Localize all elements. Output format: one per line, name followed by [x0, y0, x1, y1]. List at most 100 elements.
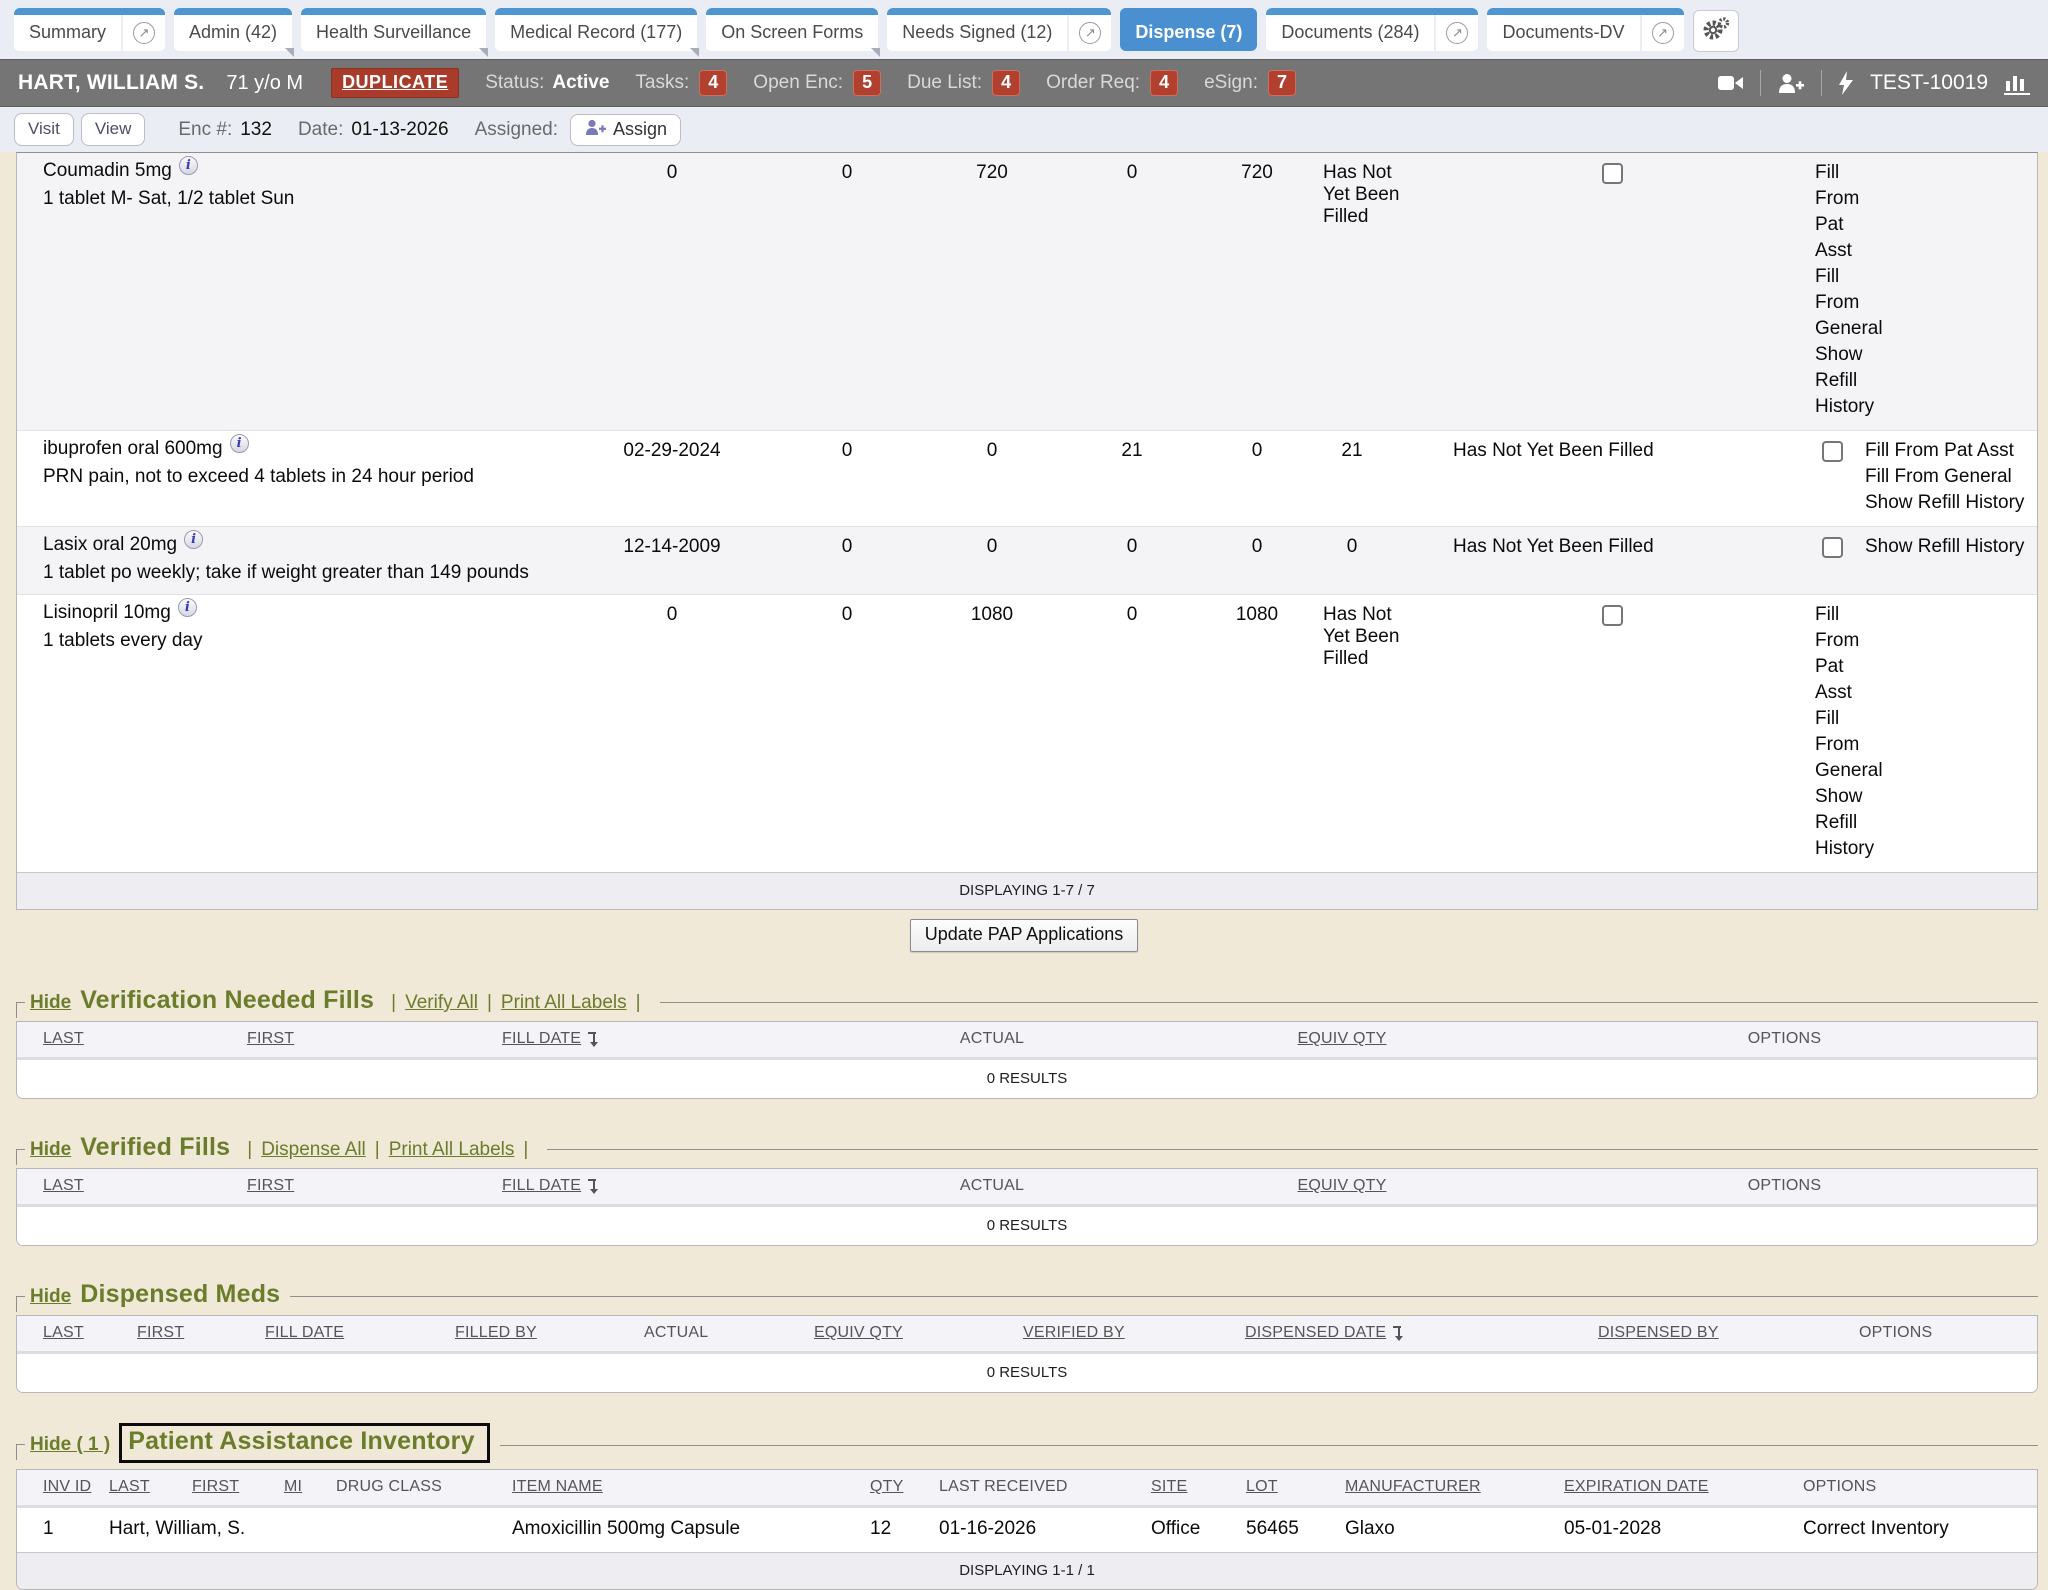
print-all-labels-link[interactable]: Print All Labels [389, 1139, 515, 1161]
fill-from-general-link[interactable]: Fill From General [1865, 464, 2037, 490]
duplicate-badge[interactable]: DUPLICATE [331, 68, 459, 98]
column-header-first[interactable]: FIRST [192, 1478, 284, 1496]
tab-health-surveillance[interactable]: Health Surveillance [301, 8, 486, 51]
tab-admin[interactable]: Admin (42) [174, 8, 292, 51]
tab-summary-label[interactable]: Summary [14, 15, 121, 51]
visit-button[interactable]: Visit [14, 113, 74, 146]
order-req-count-badge[interactable]: 4 [1150, 70, 1178, 96]
column-header-first[interactable]: FIRST [137, 1324, 265, 1342]
hide-verification-link[interactable]: Hide [30, 992, 71, 1014]
popout-icon[interactable] [1079, 22, 1101, 44]
order-req-label: Order Req: [1046, 72, 1140, 94]
esign-label: eSign: [1204, 72, 1258, 94]
fill-from-general-link[interactable]: Fill From General [1815, 706, 1857, 784]
show-refill-history-link[interactable]: Show Refill History [1865, 534, 2037, 560]
med-qty: 1080 [947, 602, 1037, 626]
hide-dispensed-link[interactable]: Hide [30, 1286, 71, 1308]
fill-from-pat-asst-link[interactable]: Fill From Pat Asst [1815, 602, 1857, 706]
column-header-first[interactable]: FIRST [247, 1030, 502, 1048]
show-refill-history-link[interactable]: Show Refill History [1865, 490, 2037, 516]
column-header-lot[interactable]: LOT [1246, 1478, 1345, 1496]
column-header-expiration-date[interactable]: EXPIRATION DATE [1564, 1478, 1803, 1496]
tab-documents-label[interactable]: Documents (284) [1266, 15, 1434, 51]
column-header-dispensed-by[interactable]: DISPENSED BY [1598, 1324, 1859, 1342]
show-refill-history-link[interactable]: Show Refill History [1815, 784, 1857, 862]
column-header-qty[interactable]: QTY [870, 1478, 939, 1496]
column-header-equiv-qty[interactable]: EQUIV QTY [1152, 1030, 1532, 1048]
info-icon[interactable] [230, 434, 249, 453]
med-qty: 1080 [1227, 602, 1287, 626]
pap-med-table: Coumadin 5mg 1 tablet M- Sat, 1/2 tablet… [16, 152, 2038, 910]
column-header-inv-id[interactable]: INV ID [17, 1478, 109, 1496]
column-header-filled-by[interactable]: FILLED BY [455, 1324, 644, 1342]
column-header-last[interactable]: LAST [17, 1030, 247, 1048]
tab-documents-dv[interactable]: Documents-DV [1487, 8, 1683, 51]
info-icon[interactable] [179, 156, 198, 175]
print-all-labels-link[interactable]: Print All Labels [501, 992, 627, 1014]
fill-status: Has Not Yet Been Filled [1287, 602, 1417, 670]
column-header-equiv-qty[interactable]: EQUIV QTY [1152, 1177, 1532, 1195]
tab-admin-label[interactable]: Admin (42) [174, 15, 292, 51]
med-sig: 1 tablet M- Sat, 1/2 tablet Sun [43, 188, 597, 210]
info-icon[interactable] [184, 530, 203, 549]
verify-all-link[interactable]: Verify All [405, 992, 478, 1014]
tab-on-screen-forms[interactable]: On Screen Forms [706, 8, 878, 51]
assign-button-label: Assign [613, 119, 667, 140]
esign-count-badge[interactable]: 7 [1268, 70, 1296, 96]
hide-pai-link[interactable]: Hide ( 1 ) [30, 1434, 110, 1456]
dispensed-meds-section: Hide Dispensed Meds LAST FIRST FILL DATE… [16, 1280, 2038, 1393]
tab-health-surveillance-label[interactable]: Health Surveillance [301, 15, 486, 51]
med-checkbox[interactable] [1822, 537, 1843, 558]
med-checkbox[interactable] [1602, 163, 1623, 184]
tasks-count-badge[interactable]: 4 [699, 70, 727, 96]
chart-icon[interactable] [2004, 71, 2030, 95]
fill-from-general-link[interactable]: Fill From General [1815, 264, 1857, 342]
lightning-icon[interactable] [1838, 71, 1854, 95]
tab-needs-signed[interactable]: Needs Signed (12) [887, 8, 1111, 51]
column-header-item-name[interactable]: ITEM NAME [512, 1478, 870, 1496]
med-checkbox[interactable] [1822, 441, 1843, 462]
column-header-fill-date[interactable]: FILL DATE [265, 1324, 455, 1342]
popout-icon[interactable] [1652, 22, 1674, 44]
due-list-count-badge[interactable]: 4 [992, 70, 1020, 96]
column-header-mi[interactable]: MI [284, 1478, 336, 1496]
tab-settings-button[interactable] [1693, 10, 1739, 52]
open-enc-count-badge[interactable]: 5 [853, 70, 881, 96]
column-header-verified-by[interactable]: VERIFIED BY [1023, 1324, 1245, 1342]
info-icon[interactable] [178, 598, 197, 617]
tab-medical-record-label[interactable]: Medical Record (177) [495, 15, 697, 51]
column-header-site[interactable]: SITE [1151, 1478, 1246, 1496]
med-checkbox[interactable] [1602, 605, 1623, 626]
tab-needs-signed-label[interactable]: Needs Signed (12) [887, 15, 1067, 51]
column-header-first[interactable]: FIRST [247, 1177, 502, 1195]
fill-from-pat-asst-link[interactable]: Fill From Pat Asst [1815, 160, 1857, 264]
video-call-icon[interactable] [1718, 74, 1744, 92]
column-header-fill-date[interactable]: FILL DATE [502, 1030, 832, 1048]
fill-from-pat-asst-link[interactable]: Fill From Pat Asst [1865, 438, 2037, 464]
column-header-last[interactable]: LAST [17, 1324, 137, 1342]
tab-documents[interactable]: Documents (284) [1266, 8, 1478, 51]
view-button[interactable]: View [81, 113, 146, 146]
tab-summary[interactable]: Summary [14, 8, 165, 51]
tab-documents-dv-label[interactable]: Documents-DV [1487, 15, 1639, 51]
column-header-equiv-qty[interactable]: EQUIV QTY [814, 1324, 1023, 1342]
add-user-icon[interactable] [1777, 73, 1805, 93]
dispense-all-link[interactable]: Dispense All [261, 1139, 366, 1161]
tab-dispense-label[interactable]: Dispense (7) [1120, 15, 1257, 51]
popout-icon[interactable] [133, 22, 155, 44]
show-refill-history-link[interactable]: Show Refill History [1815, 342, 1857, 420]
column-header-fill-date[interactable]: FILL DATE [502, 1177, 832, 1195]
tab-dispense[interactable]: Dispense (7) [1120, 8, 1257, 51]
tab-medical-record[interactable]: Medical Record (177) [495, 8, 697, 51]
hide-verified-link[interactable]: Hide [30, 1139, 71, 1161]
column-header-last[interactable]: LAST [17, 1177, 247, 1195]
assign-button[interactable]: Assign [570, 114, 681, 146]
correct-inventory-link[interactable]: Correct Inventory [1803, 1518, 2037, 1540]
column-header-dispensed-date[interactable]: DISPENSED DATE [1245, 1324, 1598, 1342]
tab-on-screen-forms-label[interactable]: On Screen Forms [706, 15, 878, 51]
column-header-manufacturer[interactable]: MANUFACTURER [1345, 1478, 1564, 1496]
update-pap-applications-button[interactable]: Update PAP Applications [910, 919, 1138, 952]
column-header-last[interactable]: LAST [109, 1478, 192, 1496]
verification-results-count: 0 RESULTS [17, 1060, 2037, 1098]
popout-icon[interactable] [1446, 22, 1468, 44]
